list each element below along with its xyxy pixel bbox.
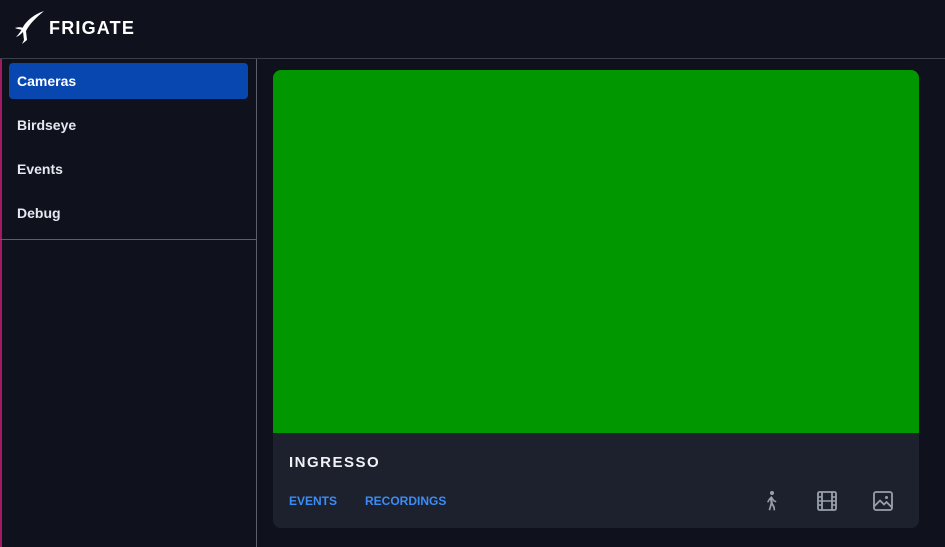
sidebar: Cameras Birdseye Events Debug <box>0 59 257 547</box>
frigate-app: FRIGATE Cameras Birdseye Events Debug IN… <box>0 0 945 547</box>
motion-person-icon[interactable] <box>759 489 783 513</box>
recordings-link[interactable]: RECORDINGS <box>365 494 446 508</box>
camera-card: INGRESSO EVENTS RECORDINGS <box>273 70 919 528</box>
camera-name[interactable]: INGRESSO <box>289 454 380 471</box>
frigate-bird-icon[interactable] <box>13 10 47 46</box>
sidebar-item-cameras[interactable]: Cameras <box>9 63 248 99</box>
sidebar-item-birdseye[interactable]: Birdseye <box>9 107 248 143</box>
camera-feed[interactable] <box>273 70 919 433</box>
top-header: FRIGATE <box>0 0 945 59</box>
sidebar-item-events[interactable]: Events <box>9 151 248 187</box>
sidebar-item-debug[interactable]: Debug <box>9 195 248 231</box>
image-icon[interactable] <box>871 489 895 513</box>
sidebar-nav: Cameras Birdseye Events Debug <box>0 59 256 240</box>
brand-title[interactable]: FRIGATE <box>49 18 135 39</box>
events-link[interactable]: EVENTS <box>289 494 337 508</box>
film-icon[interactable] <box>815 489 839 513</box>
